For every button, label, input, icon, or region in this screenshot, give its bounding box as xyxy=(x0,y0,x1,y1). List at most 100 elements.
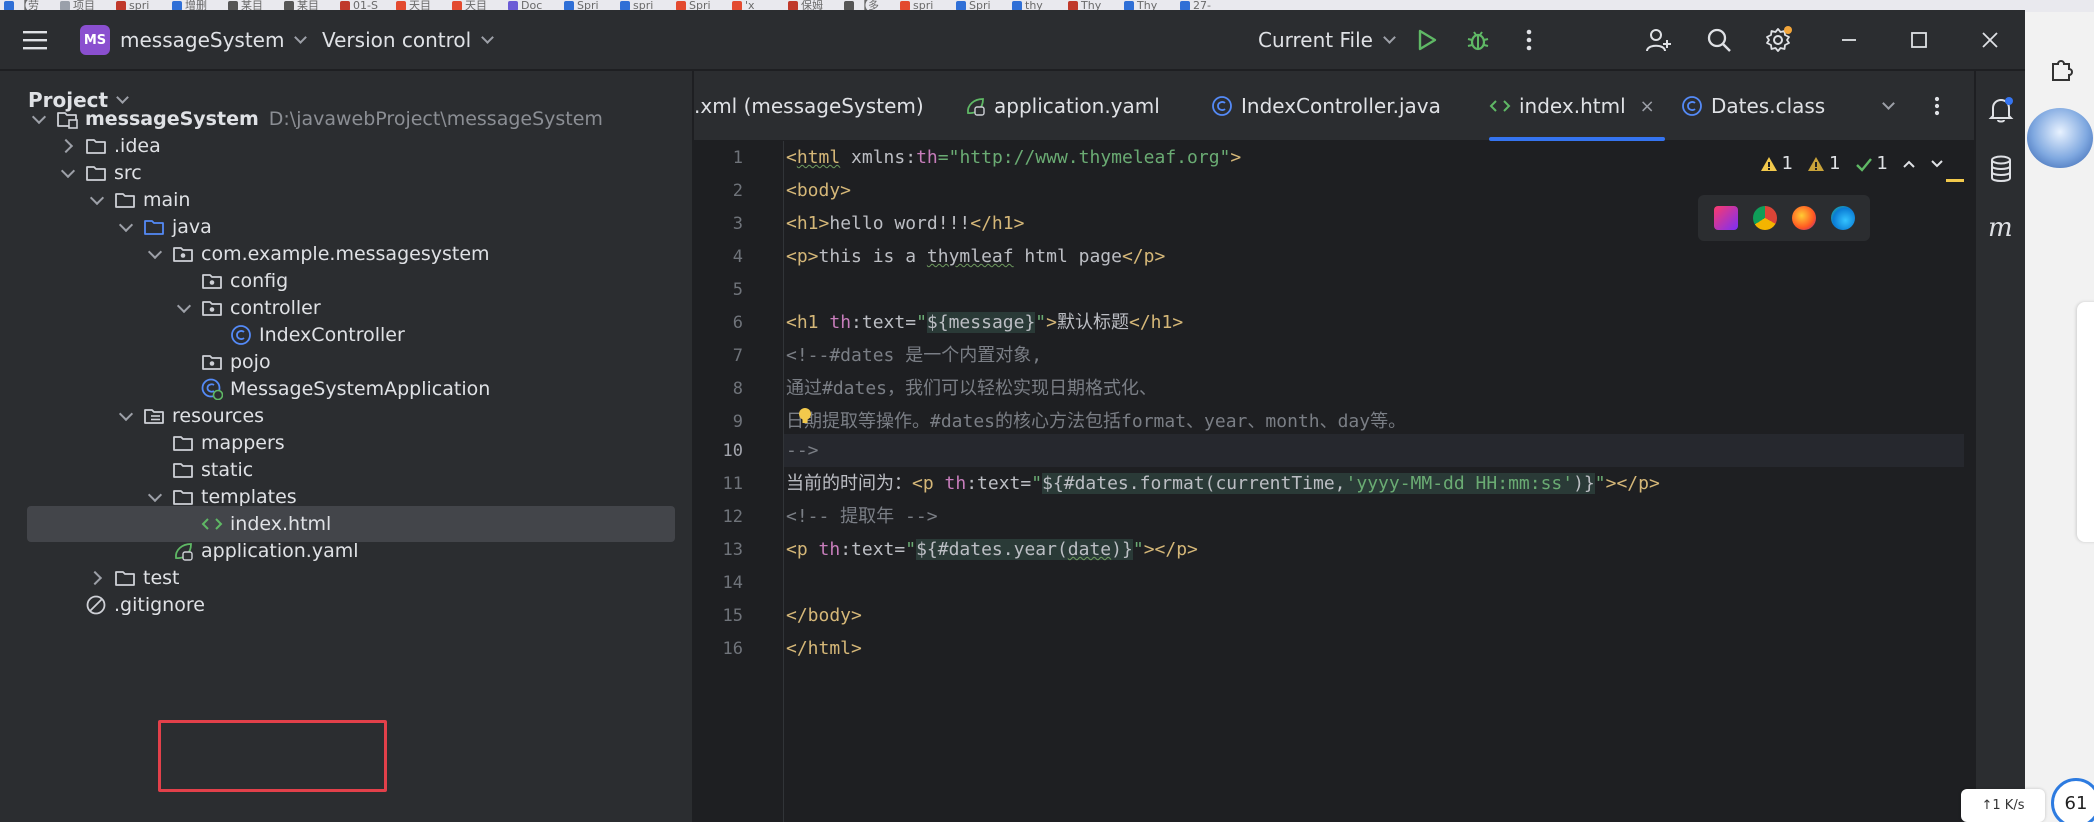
editor-tab-label: application.yaml xyxy=(994,94,1160,118)
check-icon xyxy=(1855,157,1872,172)
editor-tab-dates-class[interactable]: Dates.class xyxy=(1681,71,1861,141)
main-menu-icon[interactable] xyxy=(22,10,48,70)
editor-tab-label: .xml (messageSystem) xyxy=(694,94,924,118)
next-highlight-icon[interactable] xyxy=(1930,159,1944,169)
tree-node-label: src xyxy=(114,162,142,184)
tree-node-label: test xyxy=(143,567,180,589)
code-line-12: <!-- 提取年 --> xyxy=(786,506,938,527)
tree-node-label: main xyxy=(143,189,191,211)
tree-node-label: .idea xyxy=(114,135,161,157)
svg-text:m: m xyxy=(1988,214,2013,242)
title-bar: MS messageSystem Version control Current… xyxy=(0,10,2025,70)
tab-list-chevron-icon[interactable] xyxy=(1882,71,1895,141)
database-icon[interactable] xyxy=(1986,154,2016,184)
close-tab-icon[interactable]: × xyxy=(1640,96,1655,117)
tree-node-gitignore[interactable]: .gitignore xyxy=(0,587,693,623)
code-with-me-icon[interactable] xyxy=(1643,24,1675,56)
browser-preview-popup xyxy=(1698,195,1870,241)
run-config-label: Current File xyxy=(1258,28,1373,52)
line-number: 11 xyxy=(722,474,743,494)
tree-node-label: config xyxy=(230,270,289,292)
code-line-3: <h1>hello word!!!</h1> xyxy=(786,213,1025,234)
edge-icon[interactable] xyxy=(1830,206,1855,230)
code-line-4: <p>this is a thymleaf html page</p> xyxy=(786,246,1166,267)
code-line-13: <p th:text="${#dates.year(date)}"></p> xyxy=(786,539,1198,560)
code-line-9: 日期提取等操作。#dates的核心方法包括format、year、month、d… xyxy=(786,411,1407,432)
chrome-icon[interactable] xyxy=(1752,206,1777,230)
tab-more-icon[interactable] xyxy=(1934,71,1940,141)
previous-highlight-icon[interactable] xyxy=(1902,159,1916,169)
code-line-7: <!--#dates 是一个内置对象, xyxy=(786,345,1043,366)
weak-warning-icon xyxy=(1808,156,1825,171)
run-icon[interactable] xyxy=(1411,24,1443,56)
code-line-1: <html xmlns:th="http://www.thymeleaf.org… xyxy=(786,147,1242,168)
settings-gear-icon[interactable] xyxy=(1762,24,1794,56)
line-number: 8 xyxy=(732,379,743,399)
more-actions-icon[interactable] xyxy=(1513,24,1545,56)
run-config-selector[interactable]: Current File xyxy=(1258,10,1396,70)
vcs-menu[interactable]: Version control xyxy=(322,10,495,70)
notifications-icon[interactable] xyxy=(1986,95,2016,125)
tree-node-label: controller xyxy=(230,297,321,319)
line-number: 13 xyxy=(722,540,743,560)
desktop-outside-area: ↑1 K/s 61 xyxy=(1961,12,2094,822)
project-switcher[interactable]: MS messageSystem xyxy=(80,10,308,70)
editor-tab-label: Dates.class xyxy=(1711,94,1826,118)
maximize-icon[interactable] xyxy=(1903,24,1935,56)
no-chevron xyxy=(56,593,80,617)
yaml-icon xyxy=(964,95,986,117)
tree-node-label: MessageSystemApplication xyxy=(230,378,491,400)
tree-node-label: index.html xyxy=(230,513,332,535)
right-tool-strip: m xyxy=(1975,71,2025,822)
minimize-icon[interactable] xyxy=(1833,24,1865,56)
tree-node-label: messageSystem xyxy=(85,108,259,130)
line-number: 7 xyxy=(732,346,743,366)
tree-node-label: mappers xyxy=(201,432,285,454)
avatar[interactable] xyxy=(2027,108,2093,168)
line-number: 15 xyxy=(722,606,743,626)
code-line-10: --> xyxy=(786,440,819,461)
line-number: 9 xyxy=(732,412,743,432)
tree-node-label: static xyxy=(201,459,254,481)
firefox-icon[interactable] xyxy=(1791,206,1816,230)
line-number: 16 xyxy=(722,639,743,659)
code-line-15: </body> xyxy=(786,605,862,626)
editor-tab-application-yaml[interactable]: application.yaml xyxy=(964,71,1194,141)
project-tool-window: Project messageSystem D:\javawebProject\m… xyxy=(0,71,693,822)
warning-icon xyxy=(1760,156,1777,171)
class-icon xyxy=(1681,95,1703,117)
editor-tab-xml-messagesystem[interactable]: .xml (messageSystem) xyxy=(694,71,949,141)
maven-icon[interactable]: m xyxy=(1986,213,2016,243)
tree-node-label: java xyxy=(172,216,212,238)
line-number: 1 xyxy=(732,148,743,168)
side-panel-edge xyxy=(2077,302,2094,542)
tree-node-path: D:\javawebProject\messageSystem xyxy=(268,108,603,130)
line-number: 14 xyxy=(722,573,743,593)
chevron-down-icon xyxy=(481,30,495,44)
extension-icon[interactable] xyxy=(2047,56,2075,84)
weak-warning-count: 1 xyxy=(1807,153,1841,174)
intention-bulb-icon[interactable] xyxy=(798,408,812,426)
warning-count: 1 xyxy=(1760,153,1793,174)
line-number: 5 xyxy=(732,280,743,300)
class-icon xyxy=(1211,95,1233,117)
line-number: 10 xyxy=(722,441,743,461)
editor-tab-bar: .xml (messageSystem) application.yaml Inde… xyxy=(694,71,1974,141)
editor-tab-index-html[interactable]: index.html × xyxy=(1489,71,1665,141)
close-window-icon[interactable] xyxy=(1974,24,2006,56)
debug-icon[interactable] xyxy=(1462,24,1494,56)
search-icon[interactable] xyxy=(1703,24,1735,56)
intellij-window: MS messageSystem Version control Current… xyxy=(0,10,2025,822)
editor-area: .xml (messageSystem) application.yaml Inde… xyxy=(694,71,1974,822)
line-number: 2 xyxy=(732,181,743,201)
editor-tab-indexcontroller-java[interactable]: IndexController.java xyxy=(1211,71,1466,141)
network-speed-widget: ↑1 K/s xyxy=(1961,789,2045,822)
tree-node-label: .gitignore xyxy=(114,594,205,616)
inspection-widget[interactable]: 1 1 1 xyxy=(1760,153,1944,174)
intellij-browser-icon[interactable] xyxy=(1713,206,1738,230)
annotation-highlight-box xyxy=(158,720,387,792)
editor-tab-label: IndexController.java xyxy=(1241,94,1441,118)
ignore-icon xyxy=(84,593,108,617)
editor-tab-label: index.html xyxy=(1519,94,1626,118)
line-number: 4 xyxy=(732,247,743,267)
